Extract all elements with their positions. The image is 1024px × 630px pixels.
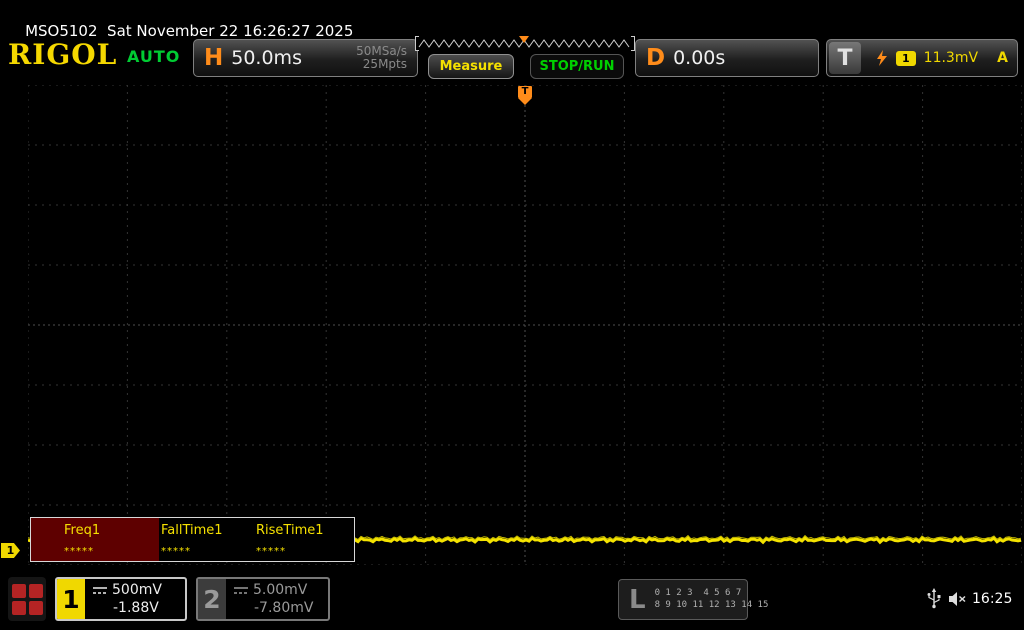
menu-square-icon: [29, 584, 43, 598]
trigger-flag-arrow-icon: [518, 98, 532, 105]
channel1-position-marker[interactable]: 1: [1, 543, 20, 558]
trigger-source-badge: 1: [896, 51, 916, 66]
stop-run-button[interactable]: STOP/RUN: [530, 54, 624, 79]
trigger-position-marker-icon: [519, 36, 529, 43]
channel1-badge: 1: [57, 579, 85, 619]
menu-grid-button[interactable]: [8, 577, 46, 621]
measure-button[interactable]: Measure: [428, 54, 514, 79]
preview-left-bracket: [415, 36, 419, 51]
oscilloscope-screen: MSO5102 Sat November 22 16:26:27 2025 RI…: [0, 0, 1024, 630]
rigol-logo: RIGOL: [8, 38, 117, 71]
trigger-level-value: 11.3mV: [924, 50, 978, 66]
measurement-freq1[interactable]: Freq1 *****: [31, 518, 159, 561]
channel1-block[interactable]: 1 500mV -1.88V: [55, 577, 187, 621]
logic-label: L: [629, 585, 646, 615]
logic-row-8-15: 8 9 10 11 12 13 14 15: [655, 601, 769, 610]
measurement-falltime1[interactable]: FallTime1 *****: [159, 518, 254, 561]
trigger-slope-icon: [875, 50, 888, 67]
trigger-status-label: AUTO: [127, 47, 180, 66]
speaker-mute-icon[interactable]: [948, 591, 967, 607]
timebase-value: 50.0ms: [231, 47, 302, 69]
menu-square-icon: [12, 601, 26, 615]
logic-channels-block[interactable]: L 0 1 2 3 4 5 6 7 8 9 10 11 12 13 14 15: [618, 579, 748, 620]
horizontal-panel[interactable]: H 50.0ms 50MSa/s 25Mpts: [193, 39, 418, 77]
status-clock: 16:25: [972, 591, 1012, 607]
dc-coupling-icon: [93, 586, 107, 595]
delay-value: 0.00s: [673, 47, 725, 69]
acquisition-info: 50MSa/s 25Mpts: [356, 45, 417, 71]
delay-panel[interactable]: D 0.00s: [635, 39, 819, 77]
channel2-offset: -7.80mV: [234, 599, 328, 617]
display-grid: T: [28, 85, 1022, 565]
usb-icon: [926, 588, 942, 609]
menu-square-icon: [12, 584, 26, 598]
channel1-scale: 500mV: [93, 581, 185, 599]
memory-depth: 25Mpts: [363, 58, 407, 71]
trigger-position-flag[interactable]: T: [518, 86, 532, 105]
menu-square-icon: [29, 601, 43, 615]
measurement-risetime1[interactable]: RiseTime1 *****: [254, 518, 354, 561]
dc-coupling-icon: [234, 586, 248, 595]
measurement-overlay: Freq1 ***** FallTime1 ***** RiseTime1 **…: [30, 517, 355, 562]
trigger-sweep-mode: A: [997, 50, 1017, 66]
trigger-flag-letter: T: [518, 86, 532, 98]
waveform-layer: [28, 85, 1022, 565]
channel2-block[interactable]: 2 5.00mV -7.80mV: [196, 577, 330, 621]
channel2-badge: 2: [198, 579, 226, 619]
trigger-label: T: [829, 42, 861, 74]
channel1-offset: -1.88V: [93, 599, 185, 617]
waveform-preview-strip[interactable]: [415, 36, 635, 51]
trigger-panel[interactable]: T 1 11.3mV A: [826, 39, 1018, 77]
channel2-scale: 5.00mV: [234, 581, 328, 599]
logic-row-0-7: 0 1 2 3 4 5 6 7: [655, 589, 769, 598]
delay-label: D: [646, 45, 665, 71]
horizontal-label: H: [204, 45, 223, 71]
